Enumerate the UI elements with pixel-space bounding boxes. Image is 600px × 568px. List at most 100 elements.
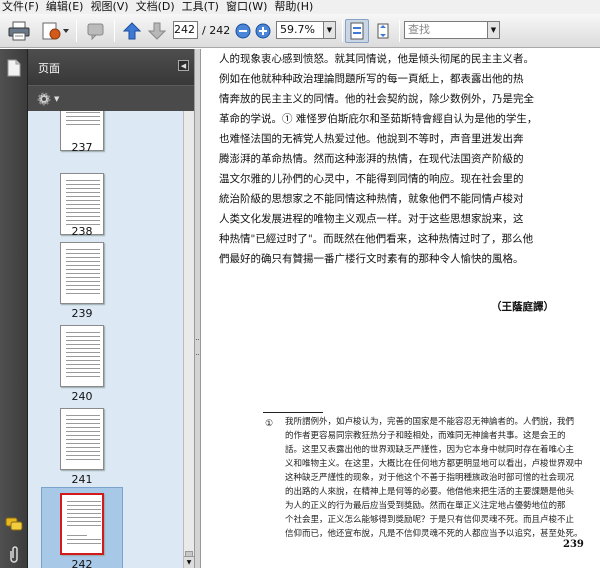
menu-document[interactable]: 文档(D) bbox=[136, 0, 175, 14]
paperclip-icon bbox=[10, 546, 18, 563]
footnote-line: 信仰而已，他还宣布說，凡是不信仰灵魂不死的人都应当予以追究，甚至处死。 bbox=[285, 529, 583, 539]
fit-width-icon bbox=[377, 23, 389, 39]
chevron-down-icon: ▼ bbox=[326, 26, 333, 34]
menu-help[interactable]: 帮助(H) bbox=[274, 0, 313, 14]
options-menu-button[interactable]: ▼ bbox=[36, 90, 62, 108]
pages-panel-header: 页面 ◀ bbox=[28, 49, 194, 85]
zoom-in-icon bbox=[255, 23, 271, 39]
footnote-marker: ① bbox=[265, 419, 274, 429]
fit-page-button[interactable] bbox=[345, 19, 369, 43]
paragraph-line: 腾澎湃的革命热情。然而这种澎湃的热情，在现代法国资产阶級的 bbox=[219, 153, 524, 165]
paragraph-line: 温文尔雅的儿孙們的心灵中，不能得到同情的响应。现在社会里的 bbox=[219, 173, 524, 185]
page-thumbnail-selected[interactable]: 242 bbox=[28, 493, 183, 568]
menu-view[interactable]: 视图(V) bbox=[90, 0, 128, 14]
chevron-down-icon: ▼ bbox=[490, 26, 497, 34]
footnote-line: 这种缺乏严謹性的现象，对于他这个不善于指明種族政治时部可憎的社会现况 bbox=[285, 473, 575, 483]
toolbar-separator bbox=[76, 20, 77, 42]
footnote-line: 的作者更容易同宗教狂热分子和睦相处，而难同无神論者共事。这是会王的 bbox=[285, 431, 566, 441]
zoom-level-field[interactable]: 59.7% bbox=[276, 21, 324, 39]
printer-icon bbox=[8, 21, 30, 41]
chevron-down-icon: ▼ bbox=[186, 559, 192, 566]
paragraph-line: 革命的学说。① 难怪罗伯斯庇尔和圣茹斯特會經自认为是他的学生， bbox=[219, 113, 538, 125]
zoom-out-icon bbox=[235, 23, 251, 39]
pages-panel-button[interactable] bbox=[5, 59, 23, 77]
footnote-line: 个社会里，正义怎么能够得到獎励呢？于是只有信仰灵魂不死。而且卢梭不止 bbox=[285, 515, 575, 525]
paragraph-line: 也难怪法国的无裤党人热爱过他。他說到不等时，声音里迸发出奔 bbox=[219, 133, 524, 145]
arrow-up-icon bbox=[123, 22, 141, 40]
translator-signature: （王蔭庭譯） bbox=[491, 301, 554, 313]
thumbnail-image bbox=[60, 493, 104, 555]
thumbnail-label: 239 bbox=[71, 307, 93, 320]
thumbnail-label: 240 bbox=[71, 390, 93, 403]
zoom-in-button[interactable] bbox=[254, 19, 272, 43]
fit-width-button[interactable] bbox=[371, 19, 395, 43]
page-thumbnail[interactable]: 239 bbox=[28, 242, 183, 326]
thumbnails-scrollbar[interactable]: ▼ bbox=[183, 111, 194, 568]
footnote-rule bbox=[263, 412, 323, 413]
arrow-down-icon bbox=[148, 22, 166, 40]
panel-options-bar: ▼ bbox=[28, 85, 194, 111]
caret-down-icon: ▼ bbox=[54, 95, 60, 103]
menu-window[interactable]: 窗口(W) bbox=[226, 0, 267, 14]
zoom-out-button[interactable] bbox=[234, 19, 252, 43]
share-button[interactable] bbox=[38, 19, 72, 43]
page-number: 239 bbox=[563, 539, 584, 550]
paragraph-line: 人类文化发展进程的唯物主义观点一样。对于这些思想家說来，这 bbox=[219, 213, 524, 225]
pages-icon bbox=[7, 59, 21, 77]
menu-edit[interactable]: 编辑(E) bbox=[46, 0, 84, 14]
zoom-dropdown-button[interactable]: ▼ bbox=[324, 21, 336, 39]
menu-bar: 文件(F) 编辑(E) 视图(V) 文档(D) 工具(T) 窗口(W) 帮助(H… bbox=[0, 0, 600, 14]
comments-panel-button[interactable] bbox=[5, 515, 23, 533]
search-input[interactable]: 查找 bbox=[404, 21, 488, 39]
footnote-line: 为人的正义的行为最后应当受到獎励。然而在單正义注定地占優勢地位的那 bbox=[285, 501, 566, 511]
attachments-panel-button[interactable] bbox=[5, 545, 23, 563]
menu-file[interactable]: 文件(F) bbox=[2, 0, 39, 14]
fit-page-icon bbox=[350, 22, 364, 40]
comment-button[interactable] bbox=[84, 19, 108, 43]
scroll-down-button[interactable]: ▼ bbox=[184, 556, 194, 568]
thumbnail-label: 241 bbox=[71, 473, 93, 486]
thumbnail-label: 242 bbox=[71, 558, 93, 568]
paragraph-line: 統治阶級的思想家之不能同情这种热情，就象他們不能同情卢梭对 bbox=[219, 193, 524, 205]
page-number-input[interactable]: 242 bbox=[173, 21, 198, 39]
thumbnail-image bbox=[60, 325, 104, 387]
footnote-line: 的出路的人來說，在精神上是何等的必要。他借他来把生活的主要課題是他头 bbox=[285, 487, 575, 497]
previous-page-button[interactable] bbox=[121, 19, 143, 43]
paragraph-line: 們最好的确只有贊揚一番广楼行文时素有的那种令人愉快的風格。 bbox=[219, 253, 524, 265]
comment-icon bbox=[87, 23, 104, 41]
paragraph-line: 人的现象衷心感到愤怒。就其同情说，他是倾头彻尾的民主主义者。 bbox=[219, 53, 534, 65]
paragraph-line: 种热情"已經过时了"。而既然在他們看来，这种热情过时了，那么他 bbox=[219, 233, 534, 245]
page-thumbnail[interactable]: 237 bbox=[28, 111, 183, 173]
paragraph-line: 例如在他就种种政治理論問題所写的每一頁紙上，都表露出他的热 bbox=[219, 73, 524, 85]
search-dropdown-button[interactable]: ▼ bbox=[488, 21, 500, 39]
footnote-line: 話。这里又表露出他的世界观缺乏严謹性，因为它本身中就同时存在着唯心主 bbox=[285, 445, 575, 455]
page-total: / 242 bbox=[202, 24, 231, 37]
footnote-line: 义和唯物主义。在这里，大概比在任何地方都更明显地可以看出，卢梭世界观中 bbox=[285, 459, 583, 469]
panel-title: 页面 bbox=[38, 62, 60, 75]
chevron-left-icon: ◀ bbox=[180, 61, 187, 70]
footnote-line: 我所謂例外，如卢梭认为，完善的国家是不能容忍无神論者的。人們說，我們 bbox=[285, 417, 575, 427]
thumbnail-label: 237 bbox=[71, 141, 93, 154]
document-share-icon bbox=[42, 22, 69, 40]
page-thumbnail[interactable]: 240 bbox=[28, 325, 183, 409]
toolbar-separator bbox=[342, 20, 343, 42]
navigation-rail bbox=[0, 49, 28, 568]
panel-collapse-button[interactable]: ◀ bbox=[178, 60, 189, 71]
thumbnail-label: 238 bbox=[71, 225, 93, 238]
thumbnail-image bbox=[60, 408, 104, 470]
menu-tools[interactable]: 工具(T) bbox=[182, 0, 219, 14]
page-thumbnail[interactable]: 241 bbox=[28, 408, 183, 492]
print-button[interactable] bbox=[6, 19, 32, 43]
next-page-button[interactable] bbox=[146, 19, 168, 43]
paragraph-line: 情奔放的民主主义的同情。他的社会契約說，除少数例外，乃是完全 bbox=[219, 93, 534, 105]
panel-splitter[interactable] bbox=[194, 49, 201, 568]
page-thumbnails-list: 237 238 239 240 241 242 bbox=[28, 111, 183, 568]
toolbar-separator bbox=[399, 20, 400, 42]
document-page: 人的现象衷心感到愤怒。就其同情说，他是倾头彻尾的民主主义者。 例如在他就种种政治… bbox=[201, 49, 600, 568]
toolbar: 242 / 242 59.7% ▼ 查找 ▼ bbox=[0, 14, 600, 48]
thumbnail-image bbox=[60, 242, 104, 304]
splitter-grip bbox=[196, 339, 199, 355]
toolbar-separator bbox=[114, 20, 115, 42]
gear-icon bbox=[37, 92, 51, 106]
comment-bubbles-icon bbox=[5, 517, 23, 531]
